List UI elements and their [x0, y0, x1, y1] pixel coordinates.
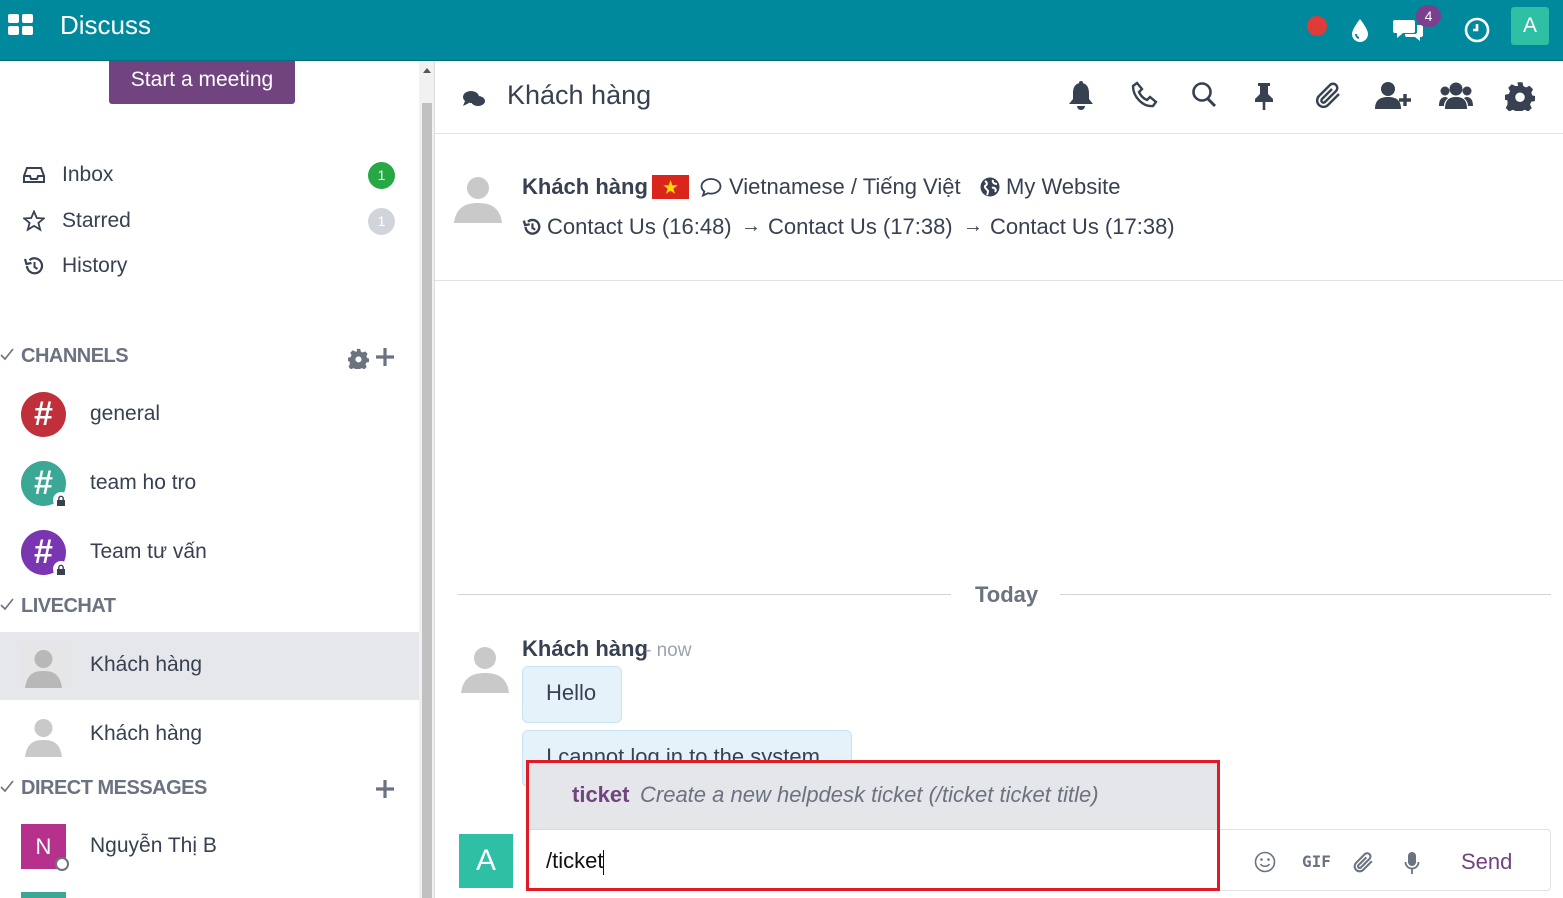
- channel-item-general[interactable]: # general: [0, 381, 419, 449]
- thread-header: Khách hàng: [435, 61, 1563, 134]
- microphone-icon[interactable]: [1404, 851, 1420, 875]
- starred-count-badge: 1: [368, 207, 395, 235]
- channels-section-header[interactable]: CHANNELS: [0, 343, 419, 373]
- pin-icon[interactable]: [1253, 81, 1275, 111]
- sidebar-item-starred[interactable]: Starred 1: [0, 199, 419, 243]
- send-button[interactable]: Send: [1461, 849, 1512, 875]
- notification-bell-icon[interactable]: [1067, 81, 1095, 111]
- message-bubble[interactable]: Hello: [522, 666, 622, 723]
- history-arrow: →: [741, 215, 761, 237]
- livechat-label: Khách hàng: [90, 653, 203, 676]
- vietnam-flag-icon: [652, 175, 689, 199]
- thread-settings-gear-icon[interactable]: [1505, 81, 1535, 111]
- activity-clock-icon[interactable]: [1463, 0, 1491, 60]
- globe-icon: [980, 177, 1000, 197]
- scroll-up-arrow-icon[interactable]: [423, 68, 431, 73]
- current-user-avatar: A: [459, 834, 513, 888]
- thread-title: Khách hàng: [507, 80, 652, 110]
- attach-file-paperclip-icon[interactable]: [1353, 851, 1375, 873]
- separator-line: [1060, 594, 1551, 595]
- livechat-label: Khách hàng: [90, 722, 203, 745]
- history-arrow: →: [963, 215, 983, 237]
- section-title: CHANNELS: [21, 345, 129, 367]
- star-icon: [23, 210, 45, 232]
- message-time: - now: [645, 640, 692, 661]
- collapse-check-icon[interactable]: [0, 597, 14, 611]
- add-users-icon[interactable]: [1375, 81, 1411, 111]
- sidebar-scrollbar[interactable]: [419, 61, 435, 898]
- channel-label: Team tư vấn: [90, 540, 207, 563]
- sidebar-item-history[interactable]: History: [0, 244, 419, 288]
- visitor-avatar-icon: [452, 171, 504, 223]
- droplet-icon[interactable]: [1346, 0, 1374, 60]
- lock-icon: [53, 561, 69, 577]
- channel-label: team ho tro: [90, 471, 197, 494]
- channel-item-team-ho-tro[interactable]: # team ho tro: [0, 450, 419, 518]
- visitor-name: Khách hàng: [522, 174, 648, 199]
- direct-message-item[interactable]: N Nguyễn Thị B: [0, 813, 419, 881]
- livechat-section-header[interactable]: LIVECHAT: [0, 593, 419, 623]
- visited-page-2: Contact Us (17:38): [768, 214, 953, 239]
- recording-indicator-icon[interactable]: [1307, 16, 1327, 36]
- language-speech-icon: [700, 177, 722, 197]
- emoji-icon[interactable]: [1254, 851, 1276, 873]
- lock-icon: [53, 492, 69, 508]
- discuss-sidebar: Start a meeting Inbox 1 Starred 1 Histor…: [0, 61, 419, 898]
- sidebar-item-inbox[interactable]: Inbox 1: [0, 153, 419, 197]
- channel-settings-gear-icon[interactable]: [348, 348, 369, 369]
- members-group-icon[interactable]: [1439, 81, 1473, 111]
- inbox-icon: [23, 165, 45, 185]
- livechat-bubbles-icon: [462, 89, 486, 109]
- top-navbar: Discuss 4 A: [0, 0, 1563, 61]
- attachments-paperclip-icon[interactable]: [1315, 81, 1343, 109]
- visitor-avatar-icon: [21, 643, 66, 688]
- direct-messages-section-header[interactable]: DIRECT MESSAGES: [0, 775, 419, 805]
- sidebar-item-label: Starred: [62, 209, 131, 232]
- app-title[interactable]: Discuss: [60, 10, 151, 41]
- add-direct-message-plus-icon[interactable]: [375, 779, 395, 799]
- visitor-info-banner: Khách hàng Vietnamese / Tiếng Việt My We…: [435, 134, 1563, 281]
- visited-page-1: Contact Us (16:48): [547, 214, 732, 239]
- direct-message-label: Nguyễn Thị B: [90, 834, 217, 857]
- visitor-website: My Website: [1006, 174, 1121, 199]
- author-avatar-icon: [459, 641, 511, 693]
- visitor-avatar-icon: [21, 712, 66, 757]
- visitor-language: Vietnamese / Tiếng Việt: [729, 174, 961, 199]
- history-icon: [522, 217, 542, 237]
- phone-call-icon[interactable]: [1131, 81, 1159, 109]
- channel-item-team-tu-van[interactable]: # Team tư vấn: [0, 519, 419, 587]
- add-channel-plus-icon[interactable]: [375, 347, 395, 367]
- message-text: Hello: [546, 680, 597, 705]
- channel-label: general: [90, 402, 161, 425]
- section-title: DIRECT MESSAGES: [21, 777, 207, 799]
- partner-avatar-partial: [21, 892, 66, 898]
- start-meeting-button[interactable]: Start a meeting: [109, 61, 295, 104]
- history-icon: [23, 255, 45, 277]
- separator-label: Today: [975, 582, 1039, 607]
- offline-status-icon: [55, 857, 69, 871]
- apps-menu-icon[interactable]: [8, 12, 34, 38]
- livechat-item[interactable]: Khách hàng: [0, 701, 419, 769]
- highlight-annotation-box: [526, 760, 1220, 891]
- inbox-count-badge: 1: [368, 161, 395, 189]
- sidebar-item-label: Inbox: [62, 163, 114, 186]
- message-author: Khách hàng: [522, 636, 648, 661]
- livechat-item-active[interactable]: Khách hàng: [0, 632, 419, 700]
- messages-count-badge: 4: [1416, 5, 1441, 27]
- user-avatar[interactable]: A: [1511, 7, 1549, 45]
- gif-picker-icon[interactable]: GIF: [1302, 852, 1331, 871]
- section-title: LIVECHAT: [21, 595, 116, 617]
- separator-line: [458, 594, 951, 595]
- channel-hash-icon: #: [21, 392, 66, 437]
- date-separator: Today: [458, 580, 1551, 610]
- sidebar-item-label: History: [62, 254, 128, 277]
- visited-page-3: Contact Us (17:38): [990, 214, 1175, 239]
- collapse-check-icon[interactable]: [0, 347, 14, 361]
- collapse-check-icon[interactable]: [0, 779, 14, 793]
- search-icon[interactable]: [1191, 81, 1217, 109]
- scrollbar-thumb[interactable]: [422, 103, 432, 898]
